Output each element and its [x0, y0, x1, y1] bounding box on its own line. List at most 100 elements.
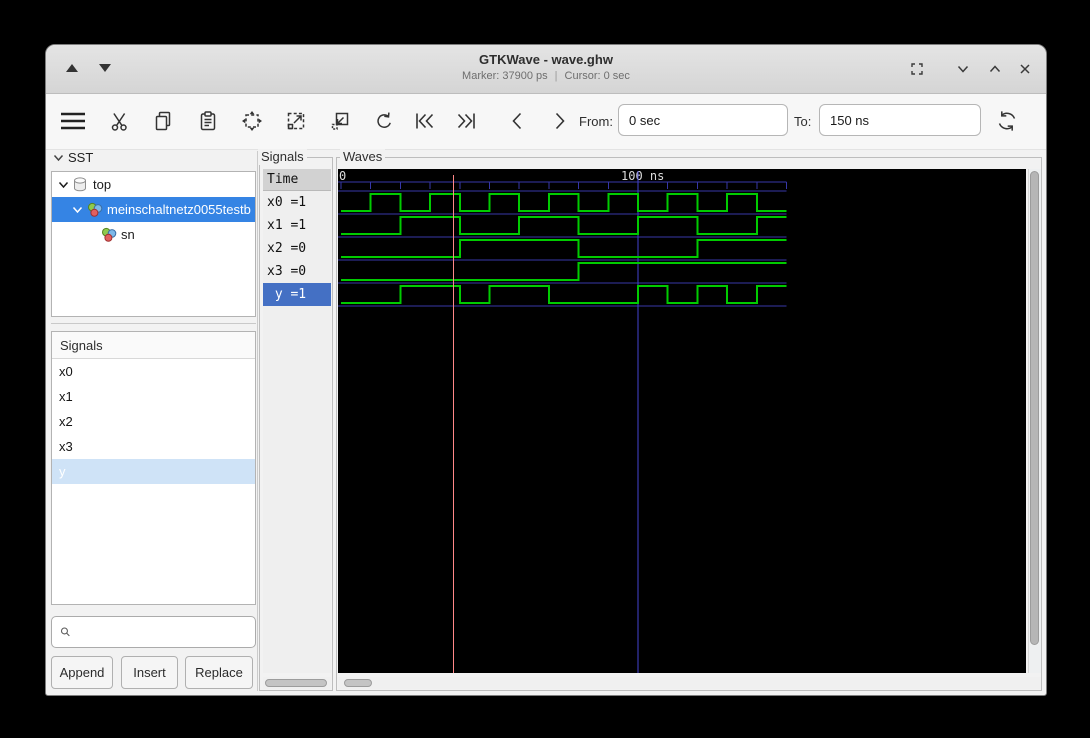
time-header: Time	[263, 169, 331, 191]
search-input[interactable]	[71, 616, 255, 648]
replace-button[interactable]: Replace	[185, 656, 253, 689]
wave-vertical-scrollbar[interactable]	[1028, 169, 1041, 673]
signals-list-panel: Signals x0 x1 x2 x3 y	[51, 331, 256, 605]
undo-icon	[377, 112, 391, 128]
wave-horizontal-scrollbar[interactable]	[338, 677, 1041, 689]
cursor-status: Cursor: 0 sec	[564, 70, 630, 82]
sst-tree-item-sn[interactable]: sn	[52, 222, 255, 247]
signal-search-box[interactable]	[51, 616, 256, 648]
to-input[interactable]	[819, 104, 981, 136]
signal-list-item-x2[interactable]: x2	[52, 409, 255, 434]
wave-canvas[interactable]: 0 100 ns	[338, 169, 1026, 673]
marker-status: Marker: 37900 ps	[462, 70, 548, 82]
keep-above-button[interactable]	[908, 60, 926, 78]
chevron-down-icon[interactable]	[86, 231, 98, 239]
main-splitter[interactable]	[257, 151, 258, 691]
timeline-label: 0	[339, 169, 346, 183]
next-button[interactable]	[544, 106, 574, 136]
window-status: Marker: 37900 ps | Cursor: 0 sec	[46, 70, 1046, 82]
maximize-button[interactable]	[986, 60, 1004, 78]
zoom-out-button[interactable]	[325, 106, 355, 136]
signal-list-item-y[interactable]: y	[52, 459, 255, 484]
wave-name-row[interactable]: x2 =0	[263, 237, 331, 260]
chevron-down-icon[interactable]	[58, 181, 70, 189]
chevron-right-icon	[555, 112, 565, 130]
close-button[interactable]	[1016, 60, 1034, 78]
go-to-end-button[interactable]	[452, 106, 482, 136]
reload-icon	[998, 111, 1016, 131]
signal-list-item-x3[interactable]: x3	[52, 434, 255, 459]
signals-list-header: Signals	[52, 332, 255, 359]
timeline-label: 100 ns	[621, 169, 664, 183]
sst-tree-item-meinschaltnetz0055testb[interactable]: meinschaltnetz0055testb	[52, 197, 255, 222]
reload-button[interactable]	[992, 106, 1022, 136]
toolbar: From: To:	[46, 94, 1046, 150]
chevron-down-icon[interactable]	[72, 206, 84, 214]
zoom-fit-icon	[242, 111, 262, 131]
chevron-left-icon	[512, 112, 522, 130]
signal-list-item-x0[interactable]: x0	[52, 359, 255, 384]
left-splitter[interactable]	[51, 323, 256, 327]
waves-frame-label: Waves	[340, 149, 386, 165]
copy-button[interactable]	[148, 106, 178, 136]
cut-button[interactable]	[105, 106, 135, 136]
scrollbar-thumb[interactable]	[265, 679, 327, 687]
window-title: GTKWave - wave.ghw	[479, 52, 613, 67]
waveform-plot: 0 100 ns	[338, 169, 787, 673]
component-icon	[101, 227, 117, 243]
wave-trace-x1	[341, 216, 787, 235]
wave-name-row[interactable]: x0 =1	[263, 191, 331, 214]
titlebar[interactable]: GTKWave - wave.ghw Marker: 37900 ps | Curs…	[46, 45, 1046, 94]
wave-names-panel[interactable]: Time x0 =1 x1 =1 x2 =0 x3 =0 y =1	[263, 169, 331, 673]
zoom-in-icon	[287, 112, 305, 130]
wave-trace-x2	[341, 239, 787, 258]
sst-tree[interactable]: top meinschaltnetz0055testb sn	[51, 171, 256, 317]
previous-button[interactable]	[503, 106, 533, 136]
scissors-icon	[111, 113, 127, 131]
wave-trace-y	[341, 285, 787, 304]
zoom-in-button[interactable]	[281, 106, 311, 136]
menu-button[interactable]	[58, 106, 88, 136]
sst-tree-item-label: top	[93, 177, 112, 192]
to-label: To:	[794, 114, 812, 129]
chevron-down-icon	[957, 65, 969, 73]
copy-icon	[155, 111, 171, 131]
wave-name-rows: x0 =1 x1 =1 x2 =0 x3 =0 y =1	[263, 191, 331, 306]
scrollbar-thumb[interactable]	[344, 679, 372, 687]
screen-background: GTKWave - wave.ghw Marker: 37900 ps | Curs…	[0, 0, 1090, 738]
sst-expander[interactable]: SST	[53, 150, 93, 165]
wave-name-row[interactable]: x3 =0	[263, 260, 331, 283]
sst-label: SST	[68, 150, 94, 165]
zoom-out-icon	[331, 112, 349, 130]
undo-button[interactable]	[368, 106, 398, 136]
minimize-button[interactable]	[954, 60, 972, 78]
wave-trace-x3	[341, 262, 787, 281]
keep-above-icon	[911, 63, 923, 75]
skip-to-end-icon	[457, 113, 475, 129]
sst-tree-item-top[interactable]: top	[52, 172, 255, 197]
wave-trace-x0	[341, 193, 787, 212]
signals-list[interactable]: x0 x1 x2 x3 y	[52, 359, 255, 484]
from-label: From:	[579, 114, 613, 129]
signal-list-item-x1[interactable]: x1	[52, 384, 255, 409]
scrollbar-thumb[interactable]	[1030, 171, 1039, 645]
chevron-up-icon	[989, 65, 1001, 73]
sst-tree-item-label: sn	[121, 227, 135, 242]
menu-icon	[61, 112, 85, 130]
from-input[interactable]	[618, 104, 788, 136]
append-button[interactable]: Append	[51, 656, 113, 689]
zoom-fit-button[interactable]	[237, 106, 267, 136]
skip-to-start-icon	[416, 113, 434, 129]
gtkwave-window: GTKWave - wave.ghw Marker: 37900 ps | Curs…	[45, 44, 1047, 696]
wave-name-row[interactable]: x1 =1	[263, 214, 331, 237]
status-separator: |	[554, 70, 558, 82]
insert-button[interactable]: Insert	[121, 656, 178, 689]
wave-signals-frame-label: Signals	[258, 149, 307, 165]
names-horizontal-scrollbar[interactable]	[263, 677, 331, 689]
go-to-start-button[interactable]	[409, 106, 439, 136]
component-icon	[87, 202, 103, 218]
close-icon	[1020, 64, 1030, 74]
wave-name-row[interactable]: y =1	[263, 283, 331, 306]
search-icon	[60, 627, 70, 637]
paste-button[interactable]	[193, 106, 223, 136]
